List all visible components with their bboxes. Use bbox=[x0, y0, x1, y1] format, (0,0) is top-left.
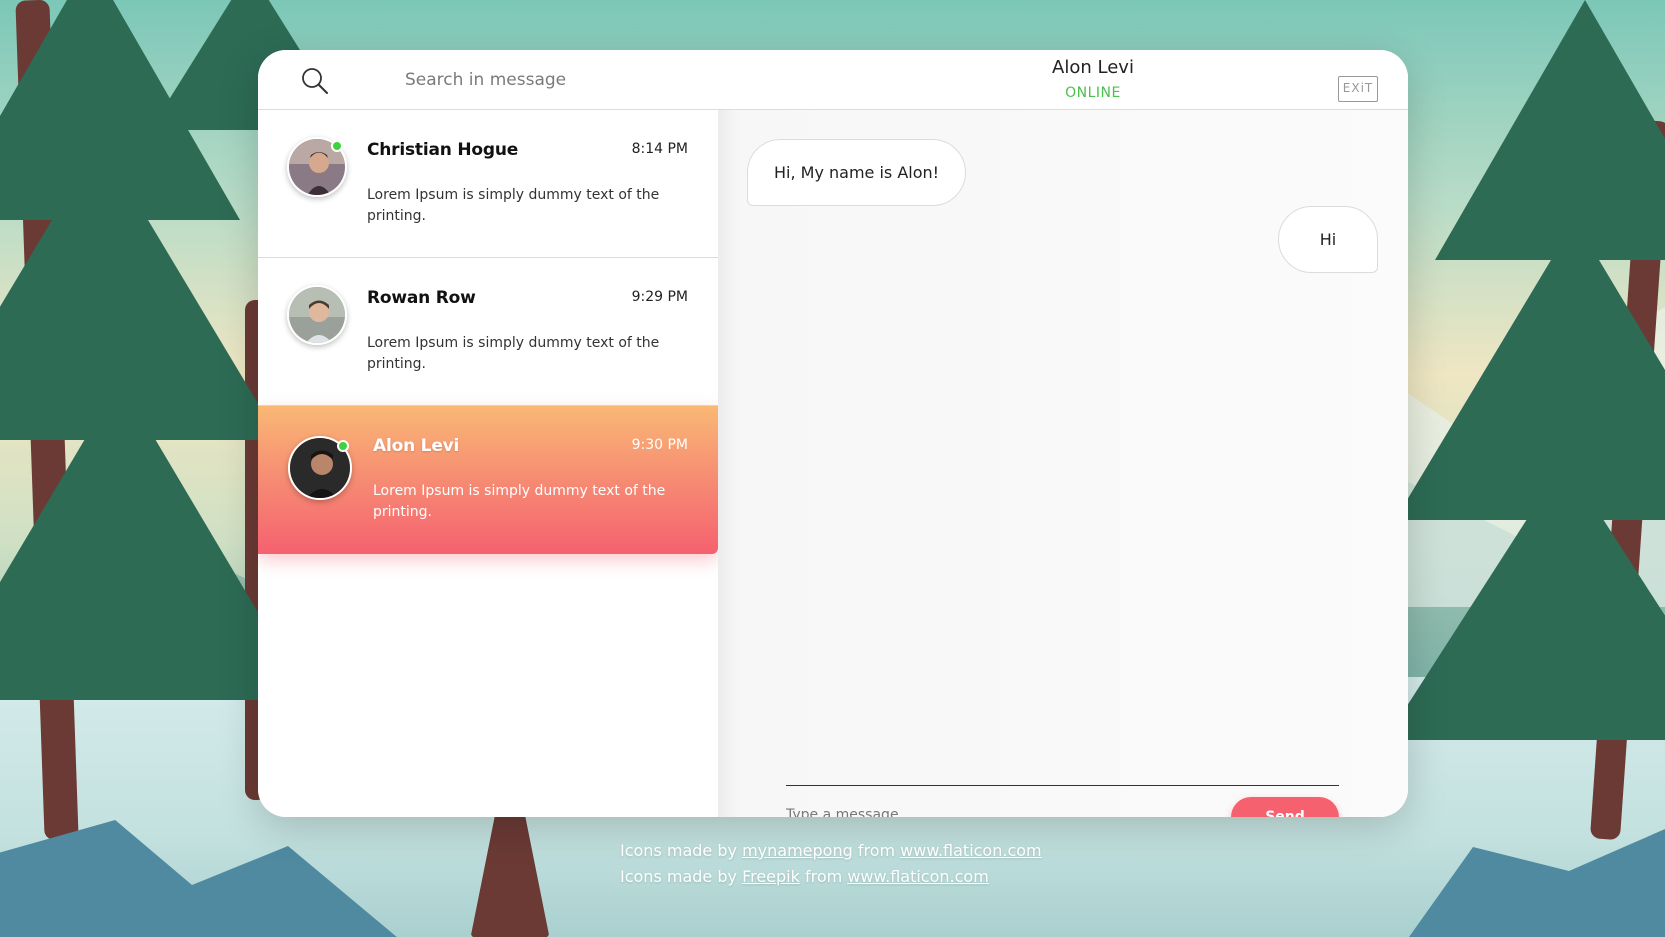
conversation-item-christian-hogue[interactable]: Christian Hogue 8:14 PM Lorem Ipsum is s… bbox=[258, 110, 718, 258]
conversation-preview: Lorem Ipsum is simply dummy text of the … bbox=[367, 335, 660, 372]
exit-icon-label: EXiT bbox=[1342, 81, 1374, 95]
background-pine-foliage bbox=[1395, 220, 1665, 520]
conversation-preview: Lorem Ipsum is simply dummy text of the … bbox=[367, 187, 660, 224]
background-pine-foliage bbox=[1435, 0, 1665, 260]
credit-author-link[interactable]: mynamepong bbox=[742, 841, 853, 860]
send-button[interactable]: Send bbox=[1231, 797, 1339, 817]
online-indicator bbox=[337, 440, 349, 452]
conversation-time: 8:14 PM bbox=[631, 141, 688, 157]
credit-prefix: Icons made by bbox=[620, 841, 737, 860]
incoming-message-bubble: Hi, My name is Alon! bbox=[747, 139, 967, 206]
credit-prefix: Icons made by bbox=[620, 867, 737, 886]
credit-site-link[interactable]: www.flaticon.com bbox=[847, 867, 988, 886]
conversation-preview: Lorem Ipsum is simply dummy text of the … bbox=[373, 483, 666, 520]
exit-button[interactable]: EXiT bbox=[1338, 76, 1378, 102]
credit-author-link[interactable]: Freepik bbox=[742, 867, 800, 886]
active-contact-status: ONLINE bbox=[1065, 85, 1121, 101]
composer-divider bbox=[786, 785, 1339, 786]
search-icon[interactable] bbox=[300, 66, 330, 96]
credit-site-link[interactable]: www.flaticon.com bbox=[900, 841, 1041, 860]
conversation-item-rowan-row[interactable]: Rowan Row 9:29 PM Lorem Ipsum is simply … bbox=[258, 258, 718, 406]
conversation-item-alon-levi[interactable]: Alon Levi 9:30 PM Lorem Ipsum is simply … bbox=[258, 406, 718, 554]
chat-header: Alon Levi ONLINE EXiT bbox=[258, 50, 1408, 110]
conversation-time: 9:29 PM bbox=[631, 289, 688, 305]
credit-from: from bbox=[857, 841, 896, 860]
avatar bbox=[287, 285, 347, 345]
conversation-time: 9:30 PM bbox=[631, 437, 688, 453]
conversation-name: Christian Hogue bbox=[367, 140, 519, 160]
conversation-name: Alon Levi bbox=[373, 436, 460, 456]
chat-window: Alon Levi ONLINE EXiT Christian Hogue 8:… bbox=[258, 50, 1408, 817]
message-input[interactable] bbox=[786, 800, 1206, 817]
message-panel: Hi, My name is Alon! Hi Send bbox=[718, 110, 1408, 817]
credit-line: Icons made by Freepik from www.flaticon.… bbox=[620, 864, 1042, 890]
outgoing-message-bubble: Hi bbox=[1278, 206, 1378, 273]
active-contact-name: Alon Levi bbox=[1052, 57, 1134, 78]
conversation-list: Christian Hogue 8:14 PM Lorem Ipsum is s… bbox=[258, 110, 718, 817]
search-input[interactable] bbox=[405, 64, 735, 96]
message-text: Hi bbox=[1319, 230, 1337, 249]
conversation-name: Rowan Row bbox=[367, 288, 476, 308]
online-indicator bbox=[331, 140, 343, 152]
icon-credits: Icons made by mynamepong from www.flatic… bbox=[620, 838, 1042, 890]
credit-line: Icons made by mynamepong from www.flatic… bbox=[620, 838, 1042, 864]
avatar-image bbox=[289, 287, 345, 343]
message-text: Hi, My name is Alon! bbox=[774, 163, 940, 182]
credit-from: from bbox=[804, 867, 843, 886]
